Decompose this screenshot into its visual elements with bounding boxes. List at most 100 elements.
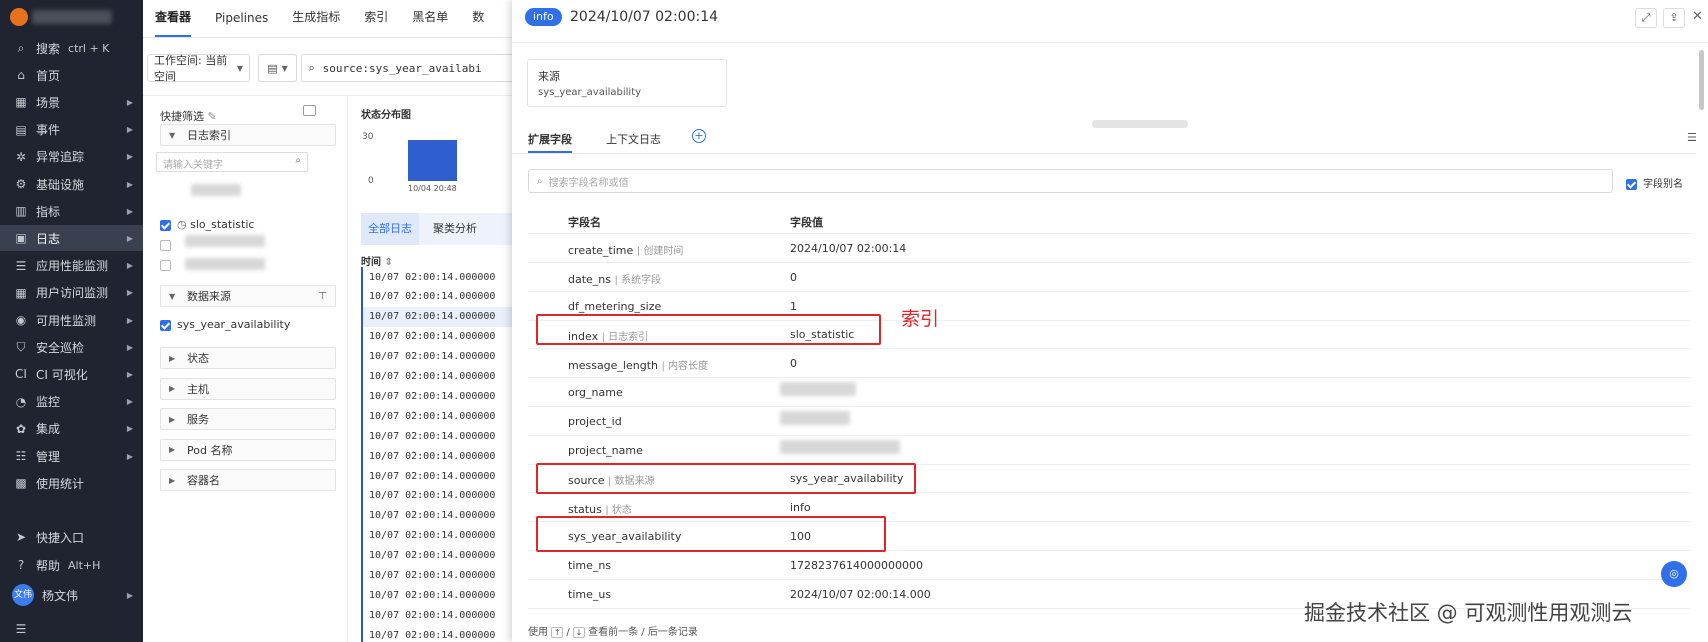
- log-row[interactable]: 10/07 02:00:14.000000: [361, 326, 513, 347]
- tab-4[interactable]: 黑名单: [400, 8, 460, 37]
- datasource-group[interactable]: ▼ 数据来源 ⊤: [160, 285, 336, 307]
- log-row[interactable]: 10/07 02:00:14.000000: [361, 267, 513, 287]
- collapse-panel-icon[interactable]: [303, 105, 316, 116]
- nav-item-rum[interactable]: ▦ 用户访问监测 ▶: [0, 280, 143, 306]
- nav-item-label: 基础设施: [36, 177, 85, 192]
- checkbox-checked[interactable]: [160, 219, 171, 231]
- add-tab-icon[interactable]: +: [692, 129, 706, 143]
- tab-2[interactable]: 生成指标: [280, 8, 352, 37]
- field-search-input[interactable]: ⌕ 搜索字段名称或值: [528, 169, 1613, 193]
- nav-item-home[interactable]: ⌂ 首页: [0, 62, 143, 88]
- tab-3[interactable]: 索引: [352, 8, 400, 37]
- checkbox-unchecked[interactable]: [160, 259, 171, 271]
- log-row[interactable]: 10/07 02:00:14.000000: [361, 585, 513, 606]
- log-row[interactable]: 10/07 02:00:14.000000: [361, 386, 513, 407]
- log-row[interactable]: 10/07 02:00:14.000000: [361, 406, 513, 427]
- filter-group-0[interactable]: ▶ 状态: [160, 347, 336, 369]
- index-item-slo[interactable]: ◷ slo_statistic: [160, 218, 254, 231]
- down-key-icon: ↓: [572, 627, 585, 638]
- field-value: 0: [790, 270, 797, 284]
- log-row[interactable]: 10/07 02:00:14.000000: [361, 565, 513, 586]
- log-row[interactable]: 10/07 02:00:14.000000: [361, 505, 513, 526]
- filter-group-1[interactable]: ▶ 主机: [160, 377, 336, 400]
- log-row[interactable]: 10/07 02:00:14.000000: [361, 525, 513, 546]
- index-item-unchecked[interactable]: [160, 238, 177, 251]
- nav-item-ci[interactable]: CI CI 可视化 ▶: [0, 361, 143, 387]
- log-row[interactable]: 10/07 02:00:14.000000: [361, 346, 513, 367]
- tab-5[interactable]: 数: [460, 8, 496, 37]
- chevron-right-icon: ▶: [169, 384, 176, 393]
- edit-icon[interactable]: ✎: [208, 110, 217, 123]
- filter-group-2[interactable]: ▶ 服务: [160, 408, 336, 430]
- nav-item-infra[interactable]: ⚙ 基础设施 ▶: [0, 171, 143, 197]
- quick-filter-sidebar: 快捷筛选 ✎ ▼ 日志索引 请输入关键字 ⌕ ◷ slo_statistic ▼ 数…: [143, 96, 348, 642]
- log-row[interactable]: 10/07 02:00:14.000000: [361, 286, 513, 307]
- checkbox-checked[interactable]: [1626, 178, 1637, 190]
- nav-item-metrics[interactable]: ▥ 指标 ▶: [0, 198, 143, 224]
- workspace-select[interactable]: 工作空间: 当前空间 ▼: [147, 54, 250, 83]
- tab-1[interactable]: Pipelines: [203, 11, 280, 37]
- log-row[interactable]: 10/07 02:00:14.000000: [361, 625, 513, 642]
- tab-extended-fields[interactable]: 扩展字段: [528, 131, 572, 153]
- nav-help[interactable]: ? 帮助 Alt+H: [0, 552, 143, 578]
- nav-item-log[interactable]: ▣ 日志 ▶: [0, 225, 143, 252]
- datasource-item[interactable]: sys_year_availability: [160, 318, 290, 331]
- log-row[interactable]: 10/07 02:00:14.000000: [361, 426, 513, 447]
- field-alias-toggle[interactable]: 字段别名: [1626, 175, 1683, 190]
- field-row[interactable]: time_ns 1728237614000000000: [528, 551, 1691, 580]
- collapse-icon[interactable]: ☰: [1687, 131, 1697, 144]
- checkbox-unchecked[interactable]: [160, 239, 171, 251]
- nav-item-monitor[interactable]: ◔ 监控 ▶: [0, 389, 143, 415]
- nav-user[interactable]: 文伟 杨文伟 ▶: [0, 582, 143, 608]
- nav-item-integration[interactable]: ✿ 集成 ▶: [0, 416, 143, 442]
- nav-item-manage[interactable]: ☷ 管理 ▶: [0, 443, 143, 469]
- col-field-value: 字段值: [790, 216, 823, 229]
- menu-toggle[interactable]: ☰: [0, 616, 143, 642]
- fullscreen-icon[interactable]: ⤢: [1635, 8, 1657, 28]
- export-icon[interactable]: ⇪: [1663, 8, 1685, 28]
- nav-item-search[interactable]: ⌕ 搜索 ctrl + K: [0, 35, 143, 61]
- field-row[interactable]: create_time | 创建时间 2024/10/07 02:00:14: [528, 234, 1691, 263]
- log-time-header[interactable]: 时间 ⇕: [361, 253, 393, 268]
- metrics-icon: ▥: [15, 204, 27, 219]
- field-row[interactable]: date_ns | 系统字段 0: [528, 263, 1691, 292]
- log-row[interactable]: 10/07 02:00:14.000000: [361, 446, 513, 467]
- nav-item-security[interactable]: ⛉ 安全巡检 ▶: [0, 334, 143, 360]
- nav-item-scene[interactable]: ▦ 场景 ▶: [0, 89, 143, 115]
- view-select[interactable]: ▤ ▼: [258, 54, 297, 82]
- scrollbar[interactable]: [1699, 50, 1704, 110]
- nav-shortcut[interactable]: ➤ 快捷入口: [0, 524, 143, 550]
- checkbox-checked[interactable]: [160, 319, 171, 331]
- index-group[interactable]: ▼ 日志索引: [160, 124, 336, 146]
- nav-item-event[interactable]: ▤ 事件 ▶: [0, 117, 143, 143]
- chart-bar[interactable]: [408, 140, 457, 181]
- filter-group-3[interactable]: ▶ Pod 名称: [160, 438, 336, 461]
- nav-item-usage[interactable]: ▩ 使用统计: [0, 470, 143, 496]
- chevron-down-icon: ▼: [236, 63, 243, 73]
- nav-item-label: 应用性能监测: [36, 259, 109, 274]
- field-row[interactable]: project_id: [528, 407, 1691, 436]
- index-item-unchecked[interactable]: [160, 258, 177, 271]
- ai-assistant-icon[interactable]: ◎: [1661, 561, 1687, 587]
- nav-item-apm[interactable]: ☰ 应用性能监测 ▶: [0, 253, 143, 279]
- tab-all-logs[interactable]: 全部日志: [361, 213, 419, 245]
- log-row[interactable]: 10/07 02:00:14.000000: [361, 466, 513, 486]
- tab-context-logs[interactable]: 上下文日志: [606, 131, 661, 147]
- query-input[interactable]: ⌕ source:sys_year_availabi: [301, 54, 513, 82]
- log-row[interactable]: 10/07 02:00:14.000000: [361, 306, 513, 327]
- nav-item-synthetic[interactable]: ◉ 可用性监测 ▶: [0, 307, 143, 333]
- index-search-input[interactable]: 请输入关键字 ⌕: [156, 152, 308, 172]
- filter-group-4[interactable]: ▶ 容器名: [160, 469, 336, 491]
- nav-item-anomaly[interactable]: ✲ 异常追踪 ▶: [0, 144, 143, 170]
- log-row[interactable]: 10/07 02:00:14.000000: [361, 366, 513, 387]
- tab-cluster[interactable]: 聚类分析: [433, 213, 477, 245]
- log-row[interactable]: 10/07 02:00:14.000000: [361, 605, 513, 626]
- clear-filter-icon[interactable]: ⊤: [318, 291, 327, 302]
- field-row[interactable]: project_name: [528, 436, 1691, 465]
- close-icon[interactable]: ✕: [1692, 9, 1703, 24]
- tab-0[interactable]: 查看器: [143, 8, 203, 37]
- field-row[interactable]: message_length | 内容长度 0: [528, 349, 1691, 379]
- log-row[interactable]: 10/07 02:00:14.000000: [361, 485, 513, 506]
- field-row[interactable]: org_name: [528, 378, 1691, 407]
- log-row[interactable]: 10/07 02:00:14.000000: [361, 545, 513, 566]
